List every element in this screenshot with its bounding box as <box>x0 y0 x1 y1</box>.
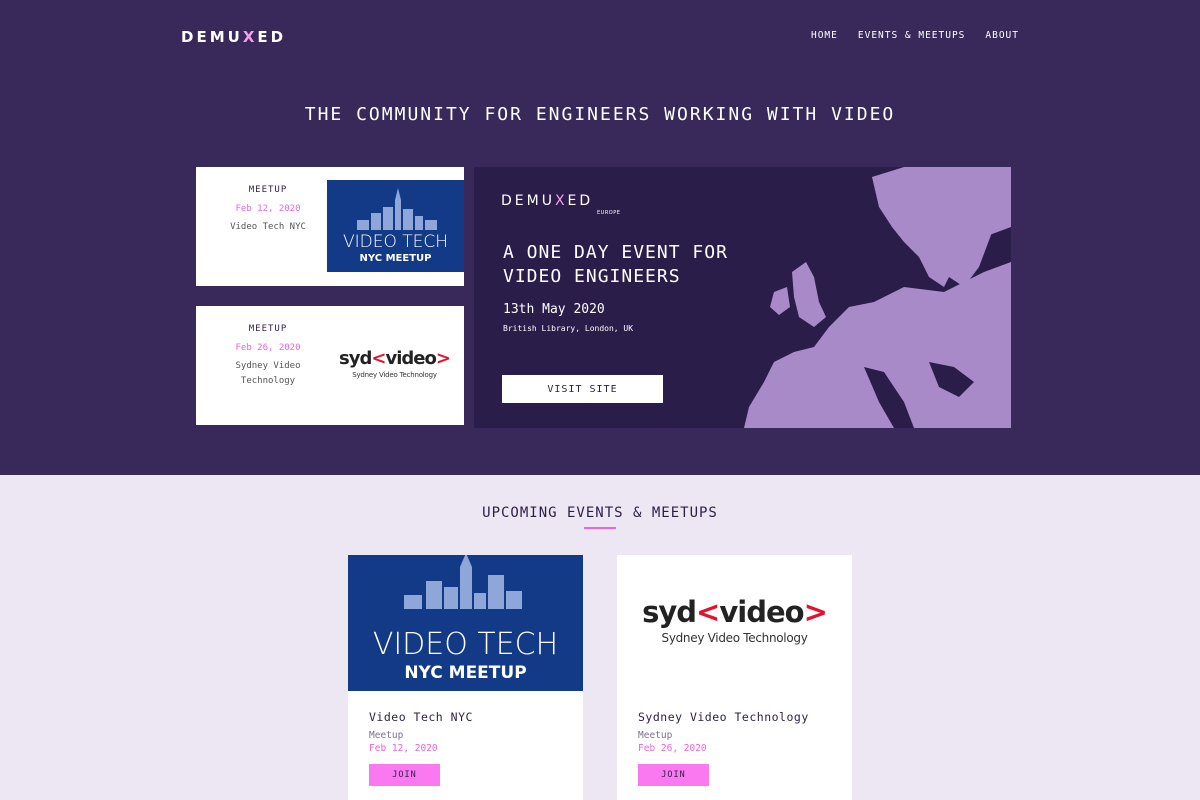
side-card-meta: MEETUP Feb 26, 2020 Sydney Video Technol… <box>208 324 328 389</box>
join-button[interactable]: JOIN <box>638 764 709 786</box>
event-card-date: Feb 26, 2020 <box>638 743 707 754</box>
hero-tagline: THE COMMUNITY FOR ENGINEERS WORKING WITH… <box>304 104 896 125</box>
side-card-video-tech-nyc[interactable]: MEETUP Feb 12, 2020 Video Tech NYC VIDEO… <box>196 167 464 286</box>
vt-line1: VIDEO TECH <box>372 627 559 662</box>
event-card-type: Meetup <box>369 730 404 741</box>
syd-subtitle: Sydney Video Technology <box>661 631 808 645</box>
side-card-meta: MEETUP Feb 12, 2020 Video Tech NYC <box>208 185 328 235</box>
event-card-date: Feb 12, 2020 <box>369 743 438 754</box>
side-card-name: Video Tech NYC <box>230 222 306 232</box>
promo-location: British Library, London, UK <box>503 324 634 333</box>
side-card-date: Feb 26, 2020 <box>235 343 301 353</box>
upcoming-section-title: UPCOMING EVENTS & MEETUPS <box>482 505 718 521</box>
promo-headline: A ONE DAY EVENT FOR VIDEO ENGINEERS <box>503 242 728 287</box>
event-card-video-tech-nyc[interactable]: VIDEO TECH NYC MEETUP Video Tech NYC Mee… <box>348 555 583 800</box>
logo-subtitle: EUROPE <box>597 210 621 216</box>
side-card-date: Feb 12, 2020 <box>235 204 301 214</box>
vt-line2: NYC MEETUP <box>404 663 527 683</box>
syd-wordmark: syd<video> <box>642 595 828 629</box>
syd-wordmark: syd<video> <box>339 348 451 369</box>
nav-events-meetups[interactable]: EVENTS & MEETUPS <box>858 30 966 41</box>
vt-line1: VIDEO TECH <box>342 232 449 252</box>
nav-home[interactable]: HOME <box>811 30 838 41</box>
event-card-sydney-video[interactable]: syd<video> Sydney Video Technology Sydne… <box>617 555 852 800</box>
video-tech-nyc-image: VIDEO TECH NYC MEETUP <box>327 180 464 272</box>
demuxed-logo[interactable]: DEMUXED <box>181 28 286 46</box>
event-card-title: Sydney Video Technology <box>638 710 809 724</box>
sydney-video-logo: syd<video> Sydney Video Technology <box>617 595 852 645</box>
sydney-video-logo: syd<video> Sydney Video Technology <box>332 348 457 379</box>
demuxed-europe-promo: DEMUXED EUROPE A ONE DAY EVENT FOR VIDEO … <box>474 167 1011 428</box>
join-button[interactable]: JOIN <box>369 764 440 786</box>
demuxed-europe-logo: DEMUXED EUROPE <box>501 193 621 216</box>
side-card-name: Sydney Video Technology <box>235 361 301 386</box>
syd-subtitle: Sydney Video Technology <box>352 371 437 379</box>
side-card-type: MEETUP <box>248 324 288 334</box>
video-tech-nyc-banner: VIDEO TECH NYC MEETUP <box>348 555 583 691</box>
main-nav: HOME EVENTS & MEETUPS ABOUT <box>811 30 1019 41</box>
visit-site-button[interactable]: VISIT SITE <box>502 375 663 403</box>
nav-about[interactable]: ABOUT <box>985 30 1019 41</box>
vt-line2: NYC MEETUP <box>359 253 432 264</box>
event-card-type: Meetup <box>638 730 673 741</box>
promo-date: 13th May 2020 <box>503 302 605 317</box>
side-card-sydney-video[interactable]: MEETUP Feb 26, 2020 Sydney Video Technol… <box>196 306 464 425</box>
event-card-title: Video Tech NYC <box>369 710 473 724</box>
title-underline <box>584 527 616 529</box>
hero-section: DEMUXED HOME EVENTS & MEETUPS ABOUT THE … <box>0 0 1200 475</box>
side-card-type: MEETUP <box>248 185 288 195</box>
